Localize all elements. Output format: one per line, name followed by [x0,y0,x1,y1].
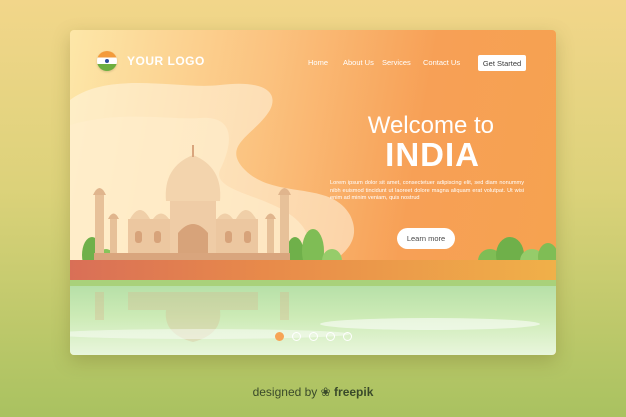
footer-credit: designed by ❀ freepik [0,385,626,399]
slider-dots [275,332,352,341]
slider-dot[interactable] [326,332,335,341]
logo[interactable]: YOUR LOGO [97,51,205,71]
ground-strip [70,260,556,280]
water-reflection [70,292,540,342]
nav-services-link[interactable]: Services [382,58,411,67]
reflecting-pool [70,286,556,355]
nav-home-link[interactable]: Home [308,58,328,67]
nav-contact-link[interactable]: Contact Us [423,58,460,67]
logo-text: YOUR LOGO [127,54,205,68]
slider-dot[interactable] [309,332,318,341]
slider-dot[interactable] [275,332,284,341]
top-navigation: YOUR LOGO Home About Us Services Contact… [70,30,556,90]
get-started-button[interactable]: Get Started [478,55,526,71]
india-flag-icon [97,51,117,71]
landing-page-card: YOUR LOGO Home About Us Services Contact… [70,30,556,355]
freepik-logo-icon: ❀ [320,385,331,399]
slider-dot[interactable] [292,332,301,341]
credit-prefix: designed by [252,385,318,399]
credit-brand: freepik [334,385,374,399]
slider-dot[interactable] [343,332,352,341]
nav-about-link[interactable]: About Us [343,58,374,67]
